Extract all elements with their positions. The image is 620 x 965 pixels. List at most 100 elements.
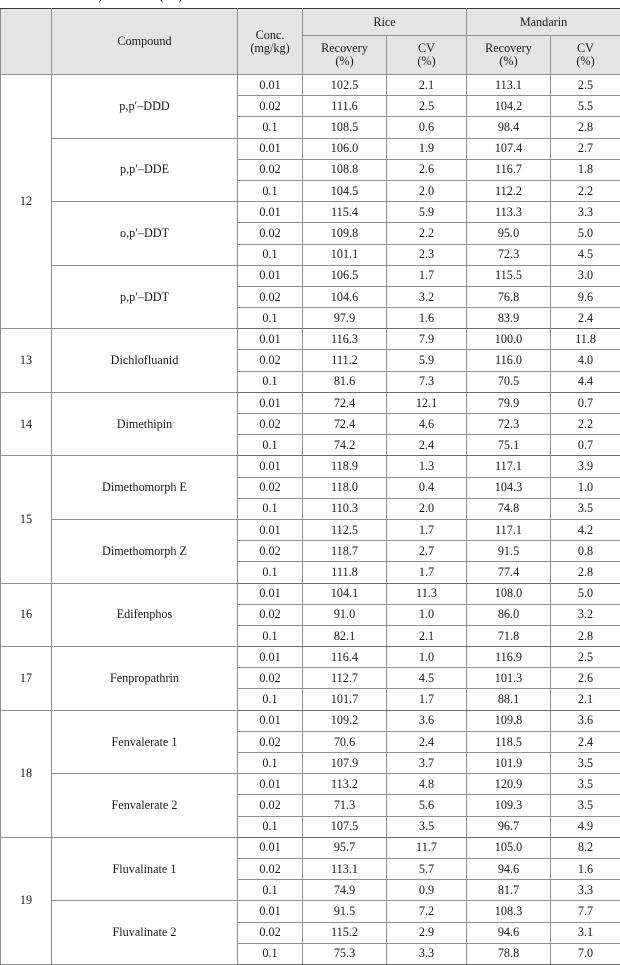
rice-cv-cell: 4.5: [387, 668, 467, 689]
concentration-cell: 0.01: [238, 202, 303, 223]
rice-cv-cell: 2.1: [387, 75, 467, 96]
mandarin-cv-cell: 3.5: [551, 498, 620, 519]
group-number-cell: 15: [1, 456, 52, 583]
concentration-cell: 0.02: [238, 477, 303, 498]
rice-recovery-cell: 118.0: [303, 477, 387, 498]
table-row: 13Dichlofluanid0.01116.37.9100.011.8: [1, 329, 620, 350]
rice-recovery-cell: 111.8: [303, 562, 387, 583]
header-mandarin-cv: CV (%): [551, 36, 620, 75]
concentration-cell: 0.1: [238, 308, 303, 329]
mandarin-cv-cell: 2.4: [551, 308, 620, 329]
concentration-cell: 0.02: [238, 922, 303, 943]
mandarin-recovery-cell: 108.3: [467, 901, 551, 922]
rice-recovery-cell: 118.7: [303, 541, 387, 562]
rice-cv-cell: 3.6: [387, 710, 467, 731]
rice-recovery-cell: 107.9: [303, 753, 387, 774]
mandarin-recovery-cell: 104.2: [467, 96, 551, 117]
mandarin-cv-cell: 3.9: [551, 456, 620, 477]
rice-cv-cell: 2.4: [387, 435, 467, 456]
mandarin-recovery-cell: 71.8: [467, 625, 551, 646]
mandarin-cv-cell: 0.8: [551, 541, 620, 562]
rice-cv-cell: 2.4: [387, 731, 467, 752]
mandarin-cv-cell: 4.0: [551, 350, 620, 371]
rice-cv-cell: 11.7: [387, 837, 467, 858]
mandarin-recovery-cell: 105.0: [467, 837, 551, 858]
mandarin-recovery-cell: 88.1: [467, 689, 551, 710]
rice-cv-cell: 1.3: [387, 456, 467, 477]
mandarin-cv-cell: 3.5: [551, 774, 620, 795]
rice-recovery-cell: 107.5: [303, 816, 387, 837]
mandarin-cv-cell: 4.4: [551, 371, 620, 392]
mandarin-cv-cell: 3.5: [551, 795, 620, 816]
rice-cv-cell: 5.9: [387, 350, 467, 371]
mandarin-cv-cell: 1.6: [551, 858, 620, 879]
rice-recovery-cell: 113.2: [303, 774, 387, 795]
rice-recovery-cell: 118.9: [303, 456, 387, 477]
mandarin-recovery-cell: 118.5: [467, 731, 551, 752]
header-number: [1, 9, 52, 75]
rice-cv-cell: 3.7: [387, 753, 467, 774]
concentration-cell: 0.1: [238, 625, 303, 646]
rice-cv-cell: 7.3: [387, 371, 467, 392]
mandarin-cv-cell: 3.1: [551, 922, 620, 943]
mandarin-recovery-cell: 74.8: [467, 498, 551, 519]
rice-recovery-cell: 111.2: [303, 350, 387, 371]
concentration-cell: 0.1: [238, 117, 303, 138]
concentration-cell: 0.02: [238, 350, 303, 371]
table-row: o,p′–DDT0.01115.45.9113.33.3: [1, 202, 620, 223]
rice-cv-cell: 4.8: [387, 774, 467, 795]
mandarin-recovery-cell: 70.5: [467, 371, 551, 392]
rice-cv-cell: 1.0: [387, 647, 467, 668]
group-number-cell: 13: [1, 329, 52, 393]
rice-recovery-cell: 116.4: [303, 647, 387, 668]
mandarin-cv-cell: 2.4: [551, 731, 620, 752]
concentration-cell: 0.01: [238, 519, 303, 540]
rice-recovery-cell: 106.5: [303, 265, 387, 286]
rice-cv-cell: 2.0: [387, 180, 467, 201]
rice-cv-cell: 5.7: [387, 858, 467, 879]
concentration-cell: 0.02: [238, 795, 303, 816]
compound-name-cell: Dimethipin: [52, 392, 238, 456]
concentration-cell: 0.02: [238, 159, 303, 180]
header-concentration: Conc. (mg/kg): [238, 9, 303, 75]
concentration-cell: 0.1: [238, 244, 303, 265]
mandarin-cv-cell: 9.6: [551, 286, 620, 307]
rice-cv-cell: 1.0: [387, 604, 467, 625]
rice-cv-cell: 2.1: [387, 625, 467, 646]
table-row: 18Fenvalerate 10.01109.23.6109.83.6: [1, 710, 620, 731]
rice-recovery-cell: 112.5: [303, 519, 387, 540]
mandarin-recovery-cell: 101.3: [467, 668, 551, 689]
mandarin-cv-cell: 5.0: [551, 583, 620, 604]
header-row-top: Compound Conc. (mg/kg) Rice Mandarin: [1, 9, 620, 36]
table-body: 12p,p′–DDD0.01102.52.1113.12.50.02111.62…: [1, 75, 620, 965]
rice-cv-cell: 2.3: [387, 244, 467, 265]
rice-cv-cell: 2.6: [387, 159, 467, 180]
concentration-cell: 0.02: [238, 414, 303, 435]
mandarin-cv-cell: 5.0: [551, 223, 620, 244]
rice-cv-cell: 7.9: [387, 329, 467, 350]
mandarin-recovery-cell: 75.1: [467, 435, 551, 456]
mandarin-recovery-cell: 116.7: [467, 159, 551, 180]
table-row: p,p′–DDT0.01106.51.7115.53.0: [1, 265, 620, 286]
mandarin-recovery-cell: 112.2: [467, 180, 551, 201]
mandarin-cv-cell: 2.2: [551, 414, 620, 435]
concentration-cell: 0.01: [238, 75, 303, 96]
rice-recovery-cell: 101.1: [303, 244, 387, 265]
mandarin-cv-cell: 1.0: [551, 477, 620, 498]
rice-cv-cell: 3.5: [387, 816, 467, 837]
compound-name-cell: Dimethomorph Z: [52, 519, 238, 583]
mandarin-recovery-cell: 117.1: [467, 456, 551, 477]
rice-recovery-cell: 70.6: [303, 731, 387, 752]
concentration-cell: 0.1: [238, 880, 303, 901]
concentration-cell: 0.1: [238, 689, 303, 710]
mandarin-recovery-cell: 113.3: [467, 202, 551, 223]
rice-cv-cell: 0.4: [387, 477, 467, 498]
group-number-cell: 17: [1, 647, 52, 711]
rice-cv-cell: 4.6: [387, 414, 467, 435]
concentration-cell: 0.02: [238, 96, 303, 117]
mandarin-cv-cell: 2.5: [551, 75, 620, 96]
compound-name-cell: Dichlofluanid: [52, 329, 238, 393]
header-rice-recovery-l2: (%): [303, 55, 386, 68]
mandarin-cv-cell: 2.2: [551, 180, 620, 201]
rice-cv-cell: 1.7: [387, 265, 467, 286]
